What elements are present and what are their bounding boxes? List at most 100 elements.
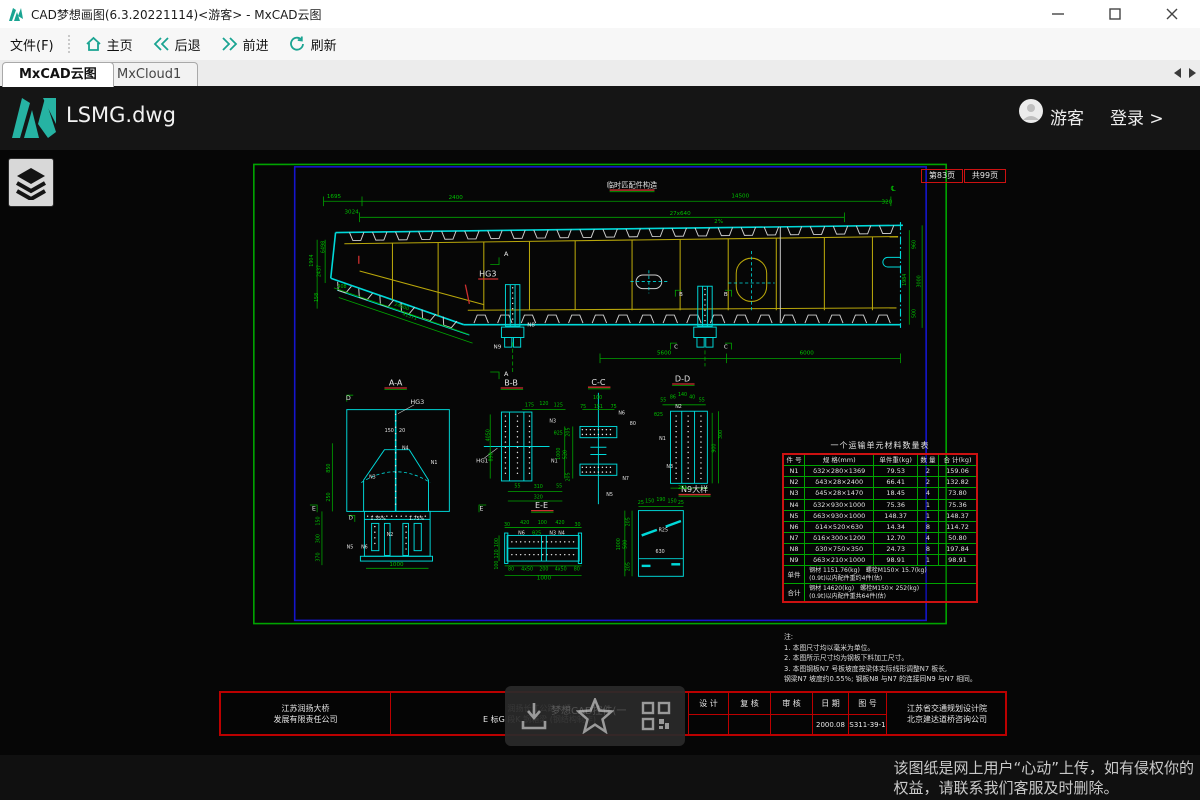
table-header: 单件重(kg) — [874, 454, 918, 466]
bolt-dot — [704, 315, 705, 316]
bolt-dot — [602, 429, 603, 430]
tab-mxcloud1[interactable]: MxCloud1 — [100, 62, 198, 87]
mxcad-logo — [10, 94, 58, 140]
user-name: 游客 — [1050, 104, 1084, 129]
tab-mxcad-cloud[interactable]: MxCAD云图 — [2, 62, 114, 87]
table-cell: N5 — [783, 510, 805, 521]
cad-text-label: 520 — [562, 450, 568, 459]
back-button[interactable]: 后退 — [143, 28, 211, 60]
bolt-dot — [573, 541, 574, 542]
cad-text-label: 408 — [337, 284, 346, 290]
avatar[interactable] — [1018, 98, 1044, 124]
table-cell: 159.06 — [938, 466, 977, 477]
bolt-dot — [517, 415, 518, 416]
cad-text-label: 175 — [525, 402, 534, 408]
bolt-dot — [367, 515, 368, 516]
favorite-star-button[interactable] — [576, 698, 614, 734]
cad-text-label: 1.35% — [370, 516, 386, 522]
bolt-dot — [700, 441, 701, 442]
bolt-dot — [529, 457, 530, 458]
cad-text-label: 205 — [626, 517, 632, 526]
bolt-dot — [700, 447, 701, 448]
cad-canvas[interactable]: 临时匹配件构造1695240014500320302427x6402%℄1904… — [0, 150, 1200, 755]
file-name: LSMG.dwg — [66, 103, 176, 127]
bolt-dot — [675, 421, 676, 422]
table-summary-cell: 钢材 1151.76(kg) 螺栓M150× 15.7(kg)(0.9t)以内配… — [805, 566, 977, 584]
bolt-dot — [505, 436, 506, 437]
bolt-dot — [675, 431, 676, 432]
cad-geometry — [697, 338, 704, 348]
cad-text-label: 151 — [594, 404, 603, 410]
cad-text-label: 2400 — [449, 195, 464, 201]
cad-geometry — [534, 230, 548, 238]
document-header: LSMG.dwg 游客 登录 > — [0, 86, 1200, 150]
table-cell: 132.82 — [938, 477, 977, 488]
cad-text-label: 150 — [645, 499, 654, 505]
bolt-dot — [704, 304, 705, 305]
bolt-dot — [586, 434, 587, 435]
file-menu[interactable]: 文件(F) — [0, 28, 64, 60]
bolt-dot — [524, 541, 525, 542]
bolt-dot — [675, 462, 676, 463]
cad-text-label: θ25 — [554, 430, 563, 436]
cad-text-label: N4 — [402, 446, 409, 452]
bolt-dot — [704, 294, 705, 295]
disclaimer-line2: 权益，请联系我们客服及时删除。 — [893, 778, 1194, 798]
tab-scroll-left-icon[interactable] — [1174, 68, 1181, 78]
bolt-dot — [564, 541, 565, 542]
cad-geometry — [360, 271, 484, 305]
refresh-button[interactable]: 刷新 — [279, 28, 347, 60]
bolt-dot — [675, 447, 676, 448]
qrcode-button[interactable] — [639, 699, 673, 733]
download-button[interactable] — [517, 699, 551, 733]
bolt-dot — [505, 447, 506, 448]
table-header: 件 号 — [783, 454, 805, 466]
forward-button[interactable]: 前进 — [211, 28, 279, 60]
bolt-dot — [555, 554, 556, 555]
cad-text-label: 320 — [534, 495, 543, 501]
bolt-dot — [675, 452, 676, 453]
bolt-dot — [687, 478, 688, 479]
cad-text-label: 40 — [689, 394, 695, 400]
bolt-dot — [517, 457, 518, 458]
cad-geometry — [513, 338, 520, 348]
bolt-dot — [517, 447, 518, 448]
close-button[interactable] — [1143, 0, 1200, 28]
login-link[interactable]: 登录 > — [1110, 104, 1164, 129]
table-cell: δ32×280×1369 — [805, 466, 874, 477]
bolt-dot — [598, 471, 599, 472]
layers-button[interactable] — [8, 158, 54, 207]
cad-text-label: 190 — [656, 497, 665, 503]
bolt-dot — [542, 554, 543, 555]
cad-text-label: 1000 — [556, 448, 562, 460]
bolt-dot — [401, 515, 402, 516]
cad-text-label: 1695 — [327, 194, 342, 200]
bolt-dot — [505, 441, 506, 442]
bolt-dot — [687, 457, 688, 458]
bolt-dot — [582, 429, 583, 430]
cad-text-label: 420 — [555, 520, 564, 526]
maximize-button[interactable] — [1087, 0, 1144, 28]
bolt-dot — [594, 471, 595, 472]
drawing-notes: 注: 1. 本图尺寸均以毫米为单位。 2. 本图所示尺寸均为钢板下料加工尺寸。 … — [784, 632, 1016, 685]
cad-text-label: 205 — [626, 562, 632, 571]
tab-scroll-right-icon[interactable] — [1189, 68, 1196, 78]
cad-text-label: 850 — [326, 464, 332, 473]
bolt-dot — [687, 452, 688, 453]
bolt-dot — [560, 554, 561, 555]
bolt-dot — [505, 431, 506, 432]
bolt-dot — [598, 467, 599, 468]
bolt-dot — [610, 467, 611, 468]
cad-text-label: 310 — [534, 484, 543, 490]
firm-line1: 江苏省交通规划设计院 — [887, 703, 1007, 714]
home-button[interactable]: 主页 — [75, 28, 143, 60]
bolt-dot — [511, 541, 512, 542]
cad-text-label: 75 — [611, 404, 617, 410]
bolt-dot — [564, 554, 565, 555]
minimize-icon — [1052, 8, 1064, 20]
design-cell: 设 计 — [688, 693, 728, 734]
bolt-dot — [590, 471, 591, 472]
table-row: N5δ63×930×1000148.371148.37 — [783, 510, 977, 521]
minimize-button[interactable] — [1030, 0, 1087, 28]
cad-text-label: 25 — [678, 500, 684, 506]
